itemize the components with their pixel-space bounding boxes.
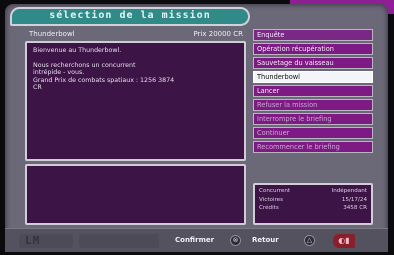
logo: LM xyxy=(19,234,73,248)
stat-value: Indépendant xyxy=(331,188,367,194)
mission-name: Thunderbowl xyxy=(29,30,75,38)
logo-text: LM xyxy=(25,234,41,247)
description-paragraph: Nous recherchons un concurrent intrépide… xyxy=(33,61,175,92)
mission-prize: Prix 20000 CR xyxy=(193,30,243,38)
stat-row: Crédits 3458 CR xyxy=(259,204,367,213)
menu-item-sauvetage-vaisseau[interactable]: Sauvetage du vaisseau xyxy=(253,57,373,69)
menu-item-operation-recuperation[interactable]: Opération récupération xyxy=(253,43,373,55)
stat-value: 3458 CR xyxy=(343,205,367,211)
back-button-icon[interactable]: △ xyxy=(304,235,315,246)
confirm-label[interactable]: Confirmer xyxy=(175,236,214,244)
menu-item-recommencer-briefing[interactable]: Recommencer le briefing xyxy=(253,141,373,153)
menu-item-continuer[interactable]: Continuer xyxy=(253,127,373,139)
stat-label: Concurrent xyxy=(259,188,291,194)
stat-value: 15/17/24 xyxy=(341,196,367,203)
stat-label: Crédits xyxy=(259,205,279,211)
page-title: sélection de la mission xyxy=(49,10,211,21)
confirm-button-icon[interactable]: ⊗ xyxy=(230,235,241,246)
menu-item-enquete[interactable]: Enquête xyxy=(253,29,373,41)
menu-item-interrompre-briefing[interactable]: Interrompre le briefing xyxy=(253,113,373,125)
menu-item-lancer[interactable]: Lancer xyxy=(253,85,373,97)
back-label[interactable]: Retour xyxy=(252,236,279,244)
stat-row: Concurrent Indépendant xyxy=(259,187,367,196)
description-paragraph: Bienvenue au Thunderbowl. xyxy=(33,47,122,54)
stat-row: Victoires 15/17/24 xyxy=(259,196,367,205)
stat-label: Victoires xyxy=(259,196,284,203)
mission-menu: Enquête Opération récupération Sauvetage… xyxy=(253,29,373,155)
footer-segment xyxy=(79,234,159,248)
mission-description-panel[interactable]: Bienvenue au Thunderbowl. Nous rechercho… xyxy=(25,41,246,161)
title-bar: sélection de la mission xyxy=(10,7,250,26)
footer-bar: LM Confirmer ⊗ Retour △ ◐▮ xyxy=(5,228,388,252)
pause-toggle-icon[interactable]: ◐▮ xyxy=(333,234,355,248)
menu-item-refuser-mission[interactable]: Refuser la mission xyxy=(253,99,373,111)
stats-panel: Concurrent Indépendant Victoires 15/17/2… xyxy=(253,183,373,225)
menu-item-thunderbowl[interactable]: Thunderbowl xyxy=(253,71,373,83)
mission-info-panel xyxy=(25,164,246,225)
mission-header: Thunderbowl Prix 20000 CR xyxy=(25,28,246,41)
